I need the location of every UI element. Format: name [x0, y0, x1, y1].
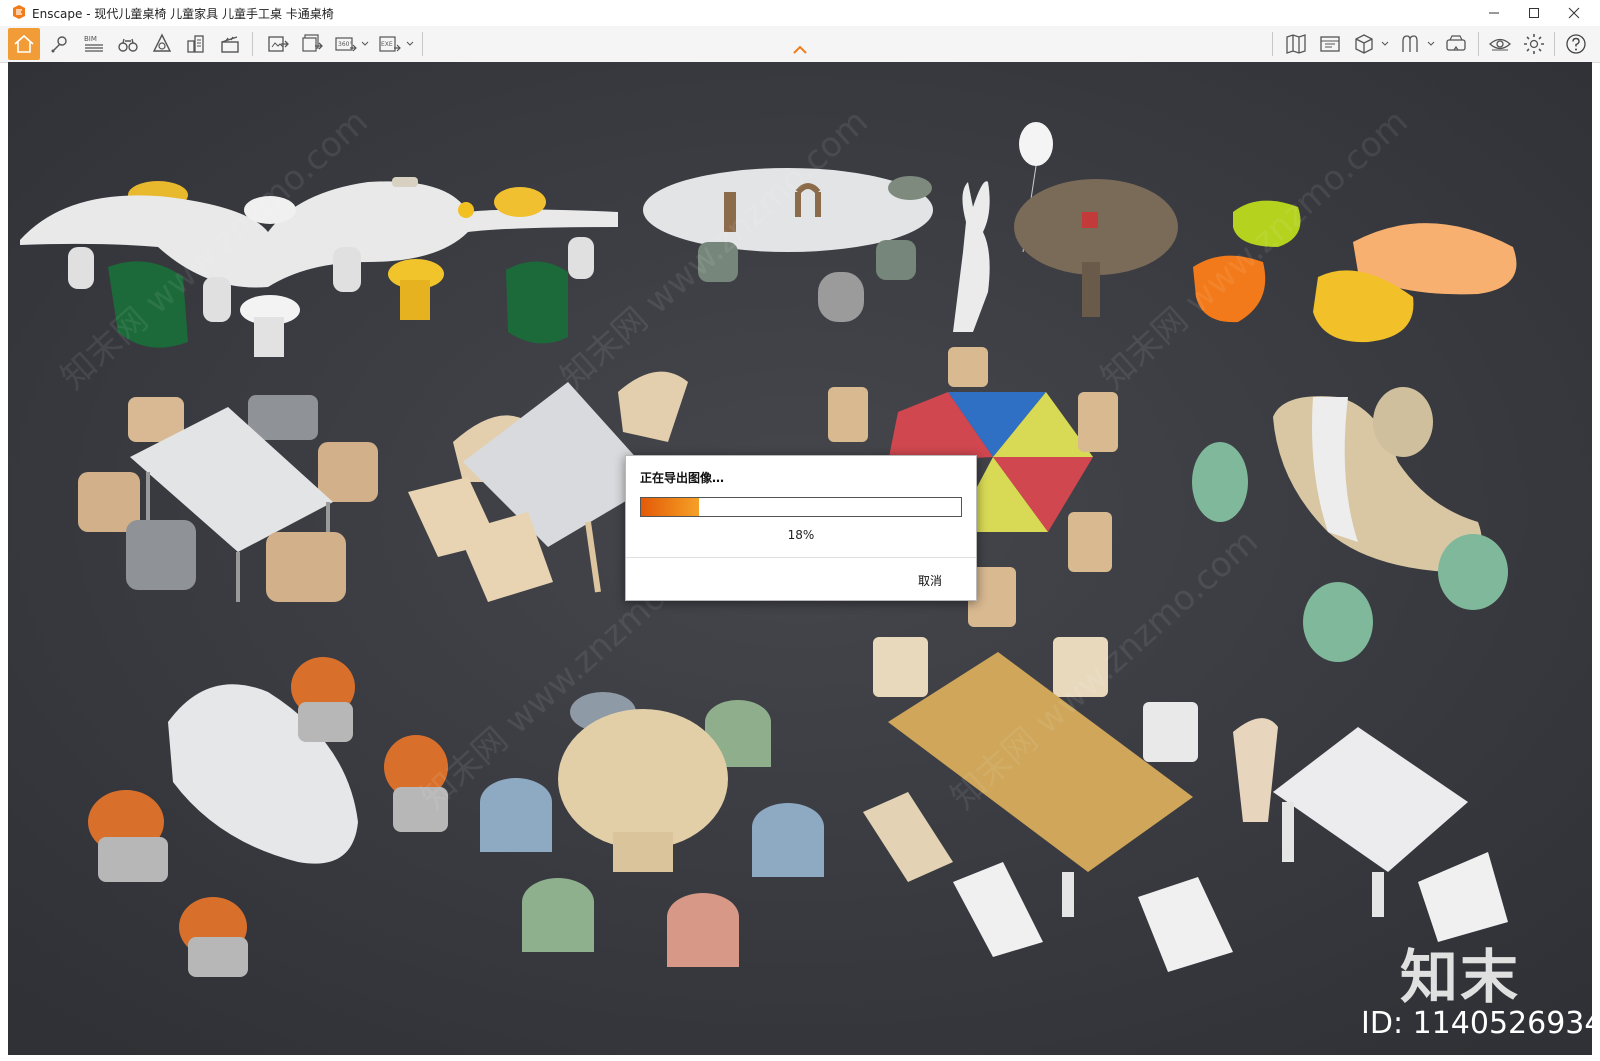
clapperboard-icon	[221, 36, 239, 53]
map-icon	[1286, 34, 1306, 54]
panorama-icon: 360°	[335, 37, 357, 52]
home-button[interactable]	[8, 28, 40, 60]
chevron-down-icon	[361, 41, 369, 46]
close-button[interactable]	[1554, 0, 1594, 26]
visual-settings-eye-icon	[1489, 38, 1511, 51]
vr-headset-button[interactable]	[1440, 28, 1472, 60]
progress-percent-label: 18%	[787, 528, 815, 542]
image-id-label: ID: 1140526934	[1361, 1006, 1600, 1041]
toolbar-separator	[422, 32, 423, 56]
cube-button[interactable]	[1348, 28, 1380, 60]
toolbar-separator	[1478, 32, 1479, 56]
cube-icon	[1355, 34, 1373, 54]
home-icon	[14, 34, 34, 53]
svg-text:360°: 360°	[338, 41, 352, 48]
screenshot-export-button[interactable]	[262, 28, 294, 60]
minimize-button[interactable]	[1474, 0, 1514, 26]
export-dropdown[interactable]	[405, 36, 415, 52]
close-icon	[1568, 7, 1580, 19]
cube-dropdown[interactable]	[1380, 36, 1390, 52]
svg-text:BIM: BIM	[84, 35, 97, 43]
progress-bar	[640, 497, 962, 517]
view-management-icon	[1320, 36, 1340, 52]
buildings-icon	[187, 35, 204, 53]
toolbar-separator	[252, 32, 253, 56]
panorama-dropdown[interactable]	[360, 36, 370, 52]
enscape-logo-icon	[13, 5, 25, 19]
progress-bar-fill	[641, 498, 699, 516]
binoculars-icon	[118, 38, 138, 52]
collapse-toolbar-chevron-icon[interactable]	[792, 44, 808, 56]
toolbar-separator	[1272, 32, 1273, 56]
video-editor-button[interactable]	[214, 28, 246, 60]
chevron-down-icon	[1381, 41, 1389, 46]
visual-settings-button[interactable]	[1484, 28, 1516, 60]
location-pin-icon	[51, 36, 67, 53]
asset-library-icon	[152, 33, 172, 52]
bim-button[interactable]: BIM	[78, 28, 110, 60]
title-bar: Enscape - 现代儿童桌椅 儿童家具 儿童手工桌 卡通桌椅	[0, 0, 1600, 27]
maximize-icon	[1529, 8, 1539, 18]
chevron-down-icon	[406, 41, 414, 46]
location-button[interactable]	[44, 28, 76, 60]
settings-gear-icon	[1524, 34, 1544, 54]
enscape-window: Enscape - 现代儿童桌椅 儿童家具 儿童手工桌 卡通桌椅 BIM 360…	[0, 0, 1600, 1061]
batch-render-button[interactable]	[296, 28, 328, 60]
map-button[interactable]	[1280, 28, 1312, 60]
help-icon	[1566, 34, 1586, 54]
chevron-down-icon	[1427, 41, 1435, 46]
maximize-button[interactable]	[1514, 0, 1554, 26]
view-management-button[interactable]	[1314, 28, 1346, 60]
material-editor-button[interactable]	[1394, 28, 1426, 60]
svg-text:EXE: EXE	[381, 41, 393, 48]
batch-render-icon	[302, 34, 323, 52]
exe-export-button[interactable]: EXE	[374, 28, 406, 60]
asset-library-button[interactable]	[146, 28, 178, 60]
exe-export-icon: EXE	[379, 36, 401, 52]
material-dropdown[interactable]	[1426, 36, 1436, 52]
toolbar-separator	[1554, 32, 1555, 56]
screenshot-export-icon	[268, 36, 289, 52]
views-button[interactable]	[112, 28, 144, 60]
material-editor-icon	[1402, 35, 1418, 52]
export-progress-dialog: 正在导出图像… 18% 取消	[625, 455, 977, 601]
help-button[interactable]	[1560, 28, 1592, 60]
vr-headset-icon	[1446, 35, 1466, 51]
settings-button[interactable]	[1518, 28, 1550, 60]
dialog-title: 正在导出图像…	[640, 471, 725, 485]
site-context-button[interactable]	[180, 28, 212, 60]
bim-icon: BIM	[84, 35, 103, 52]
minimize-icon	[1489, 12, 1499, 14]
dialog-divider	[626, 557, 976, 558]
panorama-button[interactable]: 360°	[330, 28, 362, 60]
cancel-button[interactable]: 取消	[918, 572, 942, 589]
window-title: Enscape - 现代儿童桌椅 儿童家具 儿童手工桌 卡通桌椅	[32, 7, 334, 21]
brand-watermark-logo: 知末	[1400, 943, 1521, 1011]
